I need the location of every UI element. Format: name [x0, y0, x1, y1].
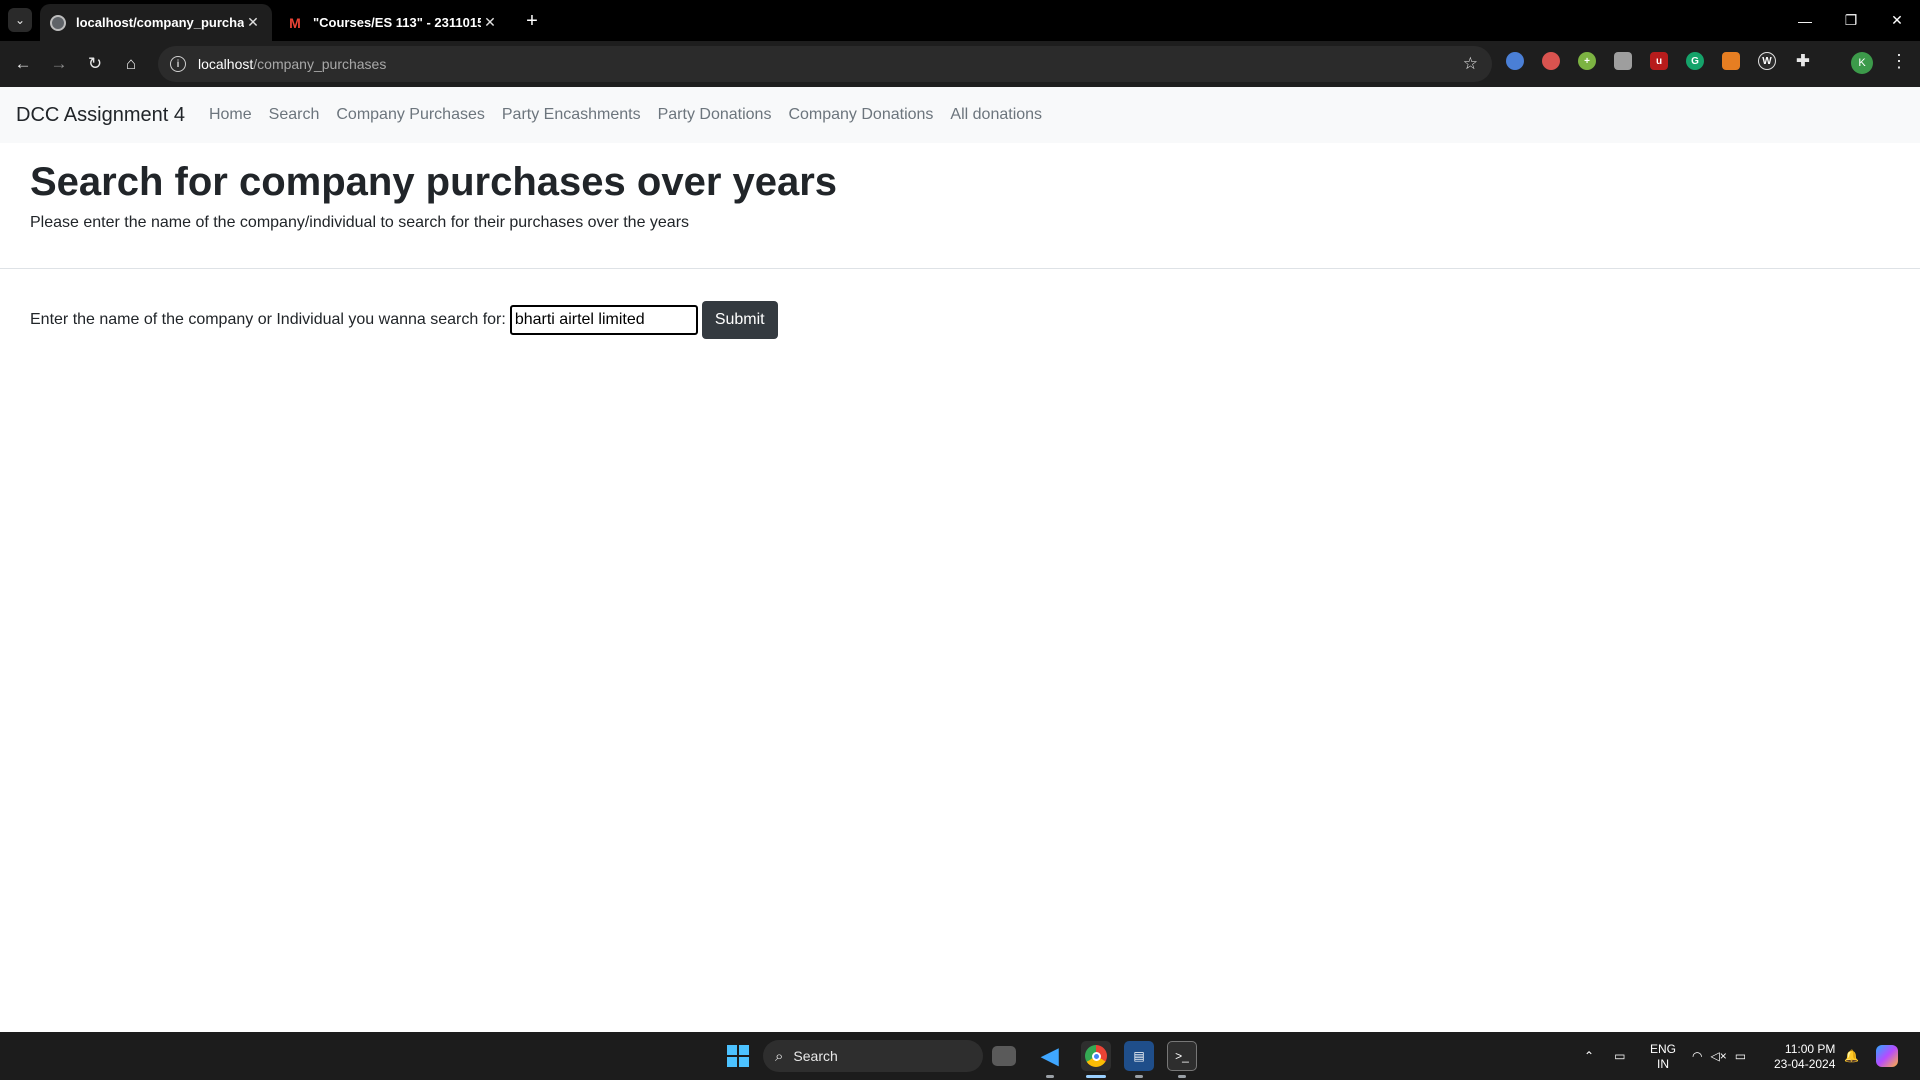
nav-link-search[interactable]: Search [269, 106, 320, 124]
nav-link-home[interactable]: Home [209, 106, 252, 124]
profile-avatar[interactable]: K [1851, 52, 1873, 74]
vscode-running-indicator [1046, 1075, 1054, 1078]
wifi-icon: ◠ [1692, 1049, 1703, 1063]
clock[interactable]: 11:00 PM 23-04-2024 [1774, 1042, 1835, 1072]
page-title: Search for company purchases over years [30, 160, 838, 204]
tab-title: localhost/company_purchases [76, 15, 244, 30]
extensions-tray: + u G W ✚ [1506, 52, 1830, 70]
new-tab-button[interactable]: + [520, 9, 544, 33]
chrome-icon[interactable] [1081, 1041, 1111, 1071]
nav-link-company-purchases[interactable]: Company Purchases [336, 106, 485, 124]
tab-gmail[interactable]: M "Courses/ES 113" - 23110157@ ✕ [277, 4, 509, 41]
taskbar-search-label: Search [793, 1048, 838, 1064]
address-bar[interactable]: i localhost/company_purchases ☆ [158, 46, 1492, 82]
terminal-running-indicator [1178, 1075, 1186, 1078]
company-search-input[interactable] [509, 305, 698, 335]
clock-date: 23-04-2024 [1774, 1057, 1836, 1071]
forward-arrow-icon[interactable]: → [44, 49, 74, 79]
ide-running-indicator [1135, 1075, 1143, 1078]
tab-title: "Courses/ES 113" - 23110157@ [313, 15, 481, 30]
tab-company-purchases[interactable]: localhost/company_purchases ✕ [40, 4, 272, 41]
site-info-icon[interactable]: i [170, 56, 186, 72]
site-navbar: DCC Assignment 4 Home Search Company Pur… [0, 87, 1920, 143]
extension-green-plus-icon[interactable]: + [1578, 52, 1596, 70]
url-host: localhost [198, 56, 254, 72]
system-tray: ⌃ ▭ [1584, 1032, 1625, 1080]
vscode-icon[interactable]: ◀ [1035, 1041, 1065, 1071]
divider [0, 268, 1920, 269]
extension-w-icon[interactable]: W [1758, 52, 1776, 70]
back-arrow-icon[interactable]: ← [8, 49, 38, 79]
terminal-icon[interactable]: >_ [1167, 1041, 1197, 1071]
extension-red-icon[interactable] [1542, 52, 1560, 70]
browser-toolbar: ← → ↻ ⌂ i localhost/company_purchases ☆ … [0, 41, 1920, 87]
extension-blue-icon[interactable] [1506, 52, 1524, 70]
home-icon[interactable]: ⌂ [116, 49, 146, 79]
ublock-icon[interactable]: u [1650, 52, 1668, 70]
reload-icon[interactable]: ↻ [80, 49, 110, 79]
gmail-icon: M [289, 14, 301, 31]
navbar-brand[interactable]: DCC Assignment 4 [16, 104, 185, 127]
notification-bell-icon[interactable]: 🔔 [1844, 1032, 1859, 1080]
nav-link-company-donations[interactable]: Company Donations [788, 106, 933, 124]
minimize-icon[interactable]: — [1782, 0, 1828, 41]
extensions-puzzle-icon[interactable]: ✚ [1794, 52, 1812, 70]
language-indicator[interactable]: ENG IN [1650, 1042, 1676, 1072]
search-form: Enter the name of the company or Individ… [30, 301, 778, 339]
clock-time: 11:00 PM [1784, 1042, 1836, 1056]
region-code: IN [1657, 1057, 1669, 1071]
restore-icon[interactable]: ❐ [1828, 0, 1874, 41]
language-code: ENG [1650, 1042, 1677, 1056]
close-tab-icon[interactable]: ✕ [244, 14, 262, 32]
copilot-icon[interactable] [1876, 1032, 1898, 1080]
tab-search-button[interactable]: ⌄ [8, 8, 32, 32]
globe-icon [50, 14, 66, 31]
url-path: /company_purchases [253, 56, 387, 72]
submit-button[interactable]: Submit [701, 301, 778, 339]
keyboard-icon[interactable]: ▭ [1614, 1049, 1625, 1063]
battery-icon: ▭ [1734, 1049, 1747, 1063]
search-label: Enter the name of the company or Individ… [30, 311, 506, 328]
window-controls: — ❐ ✕ [1782, 0, 1920, 41]
search-icon: ⌕ [775, 1047, 784, 1065]
taskbar-search[interactable]: ⌕ Search [763, 1040, 983, 1072]
close-window-icon[interactable]: ✕ [1874, 0, 1920, 41]
extension-gray-icon[interactable] [1614, 52, 1632, 70]
page-subtitle: Please enter the name of the company/ind… [30, 214, 690, 231]
grammarly-icon[interactable]: G [1686, 52, 1704, 70]
nav-link-all-donations[interactable]: All donations [950, 106, 1042, 124]
bookmark-star-icon[interactable]: ☆ [1463, 54, 1478, 74]
windows-taskbar: ⌕ Search ◀ ▤ >_ ⌃ ▭ ENG IN ◠ ◁× ▭ 11:00 … [0, 1032, 1920, 1080]
task-view-icon[interactable] [992, 1046, 1016, 1066]
show-hidden-icons-icon[interactable]: ⌃ [1584, 1049, 1594, 1063]
close-tab-icon[interactable]: ✕ [481, 14, 499, 32]
page-header: Search for company purchases over years … [30, 158, 837, 232]
browser-menu-icon[interactable]: ⋮ [1890, 51, 1908, 72]
ide-icon[interactable]: ▤ [1124, 1041, 1154, 1071]
browser-tab-strip: ⌄ localhost/company_purchases ✕ M "Cours… [0, 0, 1920, 41]
volume-muted-icon: ◁× [1710, 1049, 1727, 1063]
start-button[interactable] [727, 1045, 749, 1067]
status-icons[interactable]: ◠ ◁× ▭ [1692, 1032, 1746, 1080]
nav-link-party-encashments[interactable]: Party Encashments [502, 106, 641, 124]
extension-orange-icon[interactable] [1722, 52, 1740, 70]
chrome-active-indicator [1086, 1075, 1106, 1078]
nav-link-party-donations[interactable]: Party Donations [658, 106, 772, 124]
